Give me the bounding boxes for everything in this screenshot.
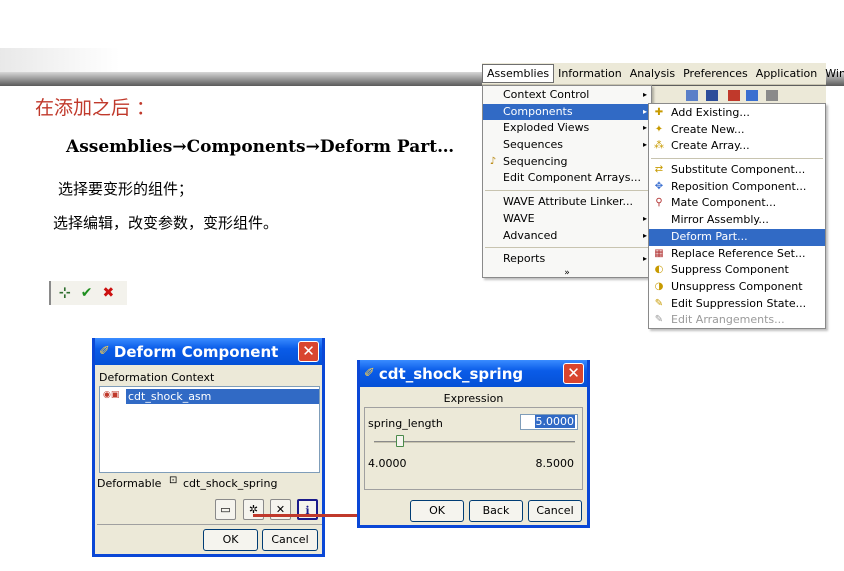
- tree-node-icon: ◉▣: [103, 390, 120, 400]
- expression-dialog-titlebar: ✐ cdt_shock_spring ✕: [360, 360, 587, 387]
- context-tree: ◉▣ cdt_shock_asm: [99, 386, 320, 473]
- param-name-label: spring_length: [368, 417, 443, 430]
- menu-item-mirror-assembly[interactable]: Mirror Assembly...: [649, 212, 825, 229]
- cube-icon: [686, 90, 698, 101]
- menubar: Assemblies Information Analysis Preferen…: [482, 63, 844, 85]
- menu-information[interactable]: Information: [554, 65, 626, 82]
- menu-item-create-new[interactable]: ✦ Create New...: [649, 122, 825, 139]
- menu-item-advanced[interactable]: Advanced ▸: [483, 228, 651, 245]
- ok-button[interactable]: OK: [410, 500, 464, 522]
- header-fade: [0, 48, 120, 72]
- app-icon: ✐: [99, 344, 110, 359]
- menu-item-deform-part[interactable]: Deform Part...: [649, 228, 825, 246]
- slider-thumb[interactable]: [396, 435, 405, 447]
- shade-icon: [746, 90, 758, 101]
- close-button[interactable]: ✕: [563, 363, 584, 384]
- mate-icon: ⚲: [655, 197, 663, 209]
- instruction-line-2: 选择编辑，改变参数，变形组件。: [53, 214, 279, 232]
- menu-window[interactable]: Win: [821, 65, 844, 82]
- menu-item-edit-arrangements: ✎ Edit Arrangements...: [649, 312, 825, 329]
- cancel-icon[interactable]: ✖: [102, 285, 114, 301]
- menu-item-add-existing[interactable]: ✚ Add Existing...: [649, 105, 825, 122]
- menu-separator: [485, 190, 649, 192]
- expression-group: spring_length 5.0000 4.0000 8.5000: [364, 407, 583, 490]
- menu-item-reports[interactable]: Reports ▸: [483, 251, 651, 268]
- menu-item-sequences[interactable]: Sequences ▸: [483, 137, 651, 154]
- menu-separator: [485, 247, 649, 249]
- instruction-line-1: 选择要变形的组件；: [58, 180, 194, 198]
- menu-item-edit-component-arrays[interactable]: Edit Component Arrays...: [483, 170, 651, 187]
- sequencing-icon: ♪: [489, 155, 497, 167]
- menu-item-exploded-views[interactable]: Exploded Views ▸: [483, 120, 651, 137]
- menu-item-components[interactable]: Components ▸: [483, 103, 651, 121]
- create-array-icon: ⁂: [654, 140, 664, 152]
- unsuppress-icon: ◑: [654, 280, 664, 292]
- slider-track[interactable]: [374, 441, 575, 443]
- deform-dialog-titlebar: ✐ Deform Component ✕: [95, 338, 322, 365]
- expand-menu-chevron[interactable]: »: [483, 268, 651, 280]
- expression-dialog-title: cdt_shock_spring: [378, 364, 524, 383]
- cancel-button[interactable]: Cancel: [262, 529, 318, 551]
- new-file-icon[interactable]: ▭: [215, 499, 236, 520]
- cancel-button[interactable]: Cancel: [528, 500, 582, 522]
- menu-path-text: Assemblies→Components→Deform Part…: [66, 137, 455, 157]
- dialog-divider: [97, 524, 322, 525]
- menu-item-suppress-component[interactable]: ◐ Suppress Component: [649, 262, 825, 279]
- expression-section-label: Expression: [443, 392, 504, 405]
- deform-component-dialog: ✐ Deform Component ✕ Deformation Context…: [92, 338, 325, 557]
- slide-heading: 在添加之后 ：: [35, 97, 156, 119]
- deformable-value: cdt_shock_spring: [183, 477, 278, 490]
- reposition-icon: ✥: [654, 180, 664, 192]
- menu-item-reposition-component[interactable]: ✥ Reposition Component...: [649, 179, 825, 196]
- mini-toolbar: ⊹ ✔ ✖: [49, 281, 127, 305]
- param-value-field[interactable]: 5.0000: [520, 414, 578, 430]
- slider-min-label: 4.0000: [368, 457, 407, 470]
- app-icon: ✐: [364, 366, 375, 381]
- menu-preferences[interactable]: Preferences: [679, 65, 752, 82]
- part-icon: ⊡: [169, 475, 178, 486]
- tree-item-cdt-shock-asm[interactable]: cdt_shock_asm: [126, 389, 319, 404]
- checkmark-icon[interactable]: ✔: [81, 285, 93, 301]
- menu-item-substitute-component[interactable]: ⇄ Substitute Component...: [649, 162, 825, 179]
- menu-item-replace-reference-set[interactable]: ▦ Replace Reference Set...: [649, 246, 825, 263]
- render-icon: [728, 90, 740, 101]
- create-new-icon: ✦: [654, 123, 664, 135]
- ok-button[interactable]: OK: [203, 529, 258, 551]
- assemblies-menu: Context Control ▸ Components ▸ Exploded Vi…: [482, 85, 652, 278]
- deformable-label: Deformable: [97, 477, 162, 490]
- replace-reference-icon: ▦: [654, 247, 664, 259]
- deform-dialog-title: Deform Component: [113, 342, 279, 361]
- substitute-icon: ⇄: [654, 164, 664, 176]
- suppression-state-icon: ✎: [654, 297, 664, 309]
- expression-dialog: ✐ cdt_shock_spring ✕ Expression spring_l…: [357, 360, 590, 528]
- tool-icon: [766, 90, 778, 101]
- menu-item-wave-attribute-linker[interactable]: WAVE Attribute Linker...: [483, 194, 651, 211]
- close-button[interactable]: ✕: [298, 341, 319, 362]
- menu-assemblies[interactable]: Assemblies: [482, 64, 555, 83]
- menu-item-sequencing[interactable]: ♪ Sequencing: [483, 154, 651, 171]
- components-submenu: ✚ Add Existing... ✦ Create New... ⁂ Create …: [648, 103, 826, 329]
- menu-item-create-array[interactable]: ⁂ Create Array...: [649, 138, 825, 155]
- back-button[interactable]: Back: [469, 500, 523, 522]
- menu-item-mate-component[interactable]: ⚲ Mate Component...: [649, 195, 825, 212]
- view-icon: [706, 90, 718, 101]
- menu-application[interactable]: Application: [752, 65, 821, 82]
- deformation-context-label: Deformation Context: [99, 371, 215, 384]
- menu-item-unsuppress-component[interactable]: ◑ Unsuppress Component: [649, 279, 825, 296]
- slider-max-label: 8.5000: [535, 457, 575, 470]
- menu-item-edit-suppression-state[interactable]: ✎ Edit Suppression State...: [649, 296, 825, 313]
- menu-item-context-control[interactable]: Context Control ▸: [483, 87, 651, 104]
- menu-separator: [651, 158, 823, 160]
- menu-item-wave[interactable]: WAVE ▸: [483, 211, 651, 228]
- arrangements-icon: ✎: [654, 314, 664, 326]
- add-existing-icon: ✚: [654, 107, 664, 118]
- menu-analysis[interactable]: Analysis: [626, 65, 679, 82]
- placement-icon[interactable]: ⊹: [59, 285, 71, 301]
- suppress-icon: ◐: [654, 264, 664, 276]
